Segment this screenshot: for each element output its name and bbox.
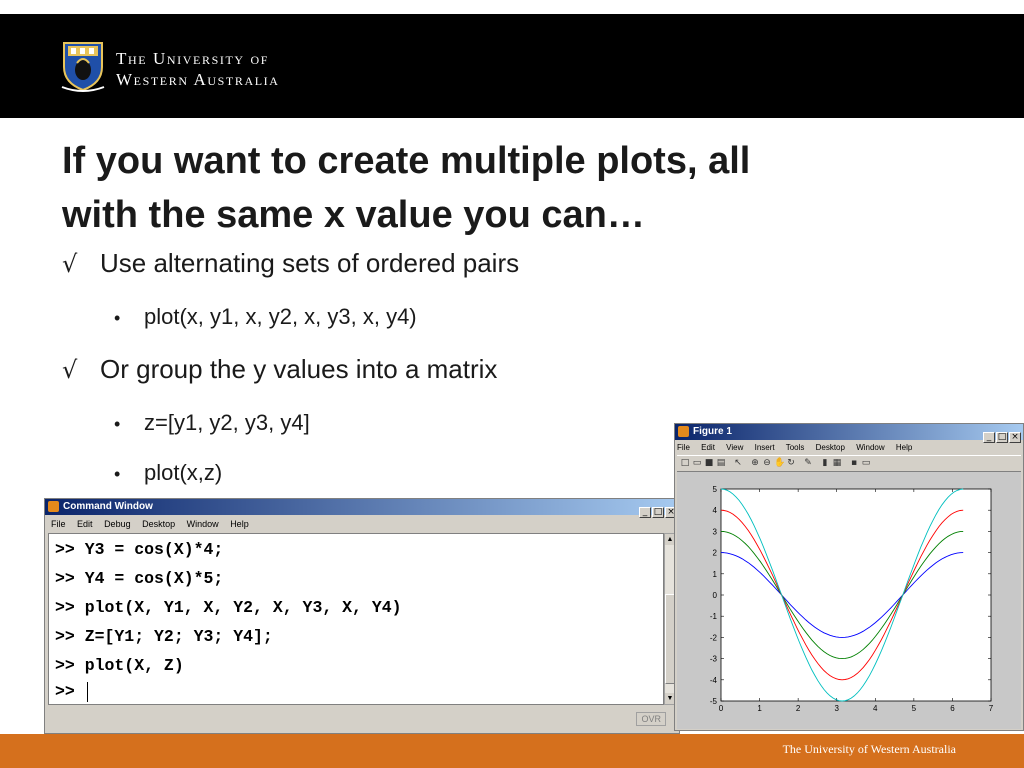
university-crest-icon bbox=[61, 42, 105, 92]
bullet-dot-icon: • bbox=[114, 308, 121, 328]
footer-text: The University of Western Australia bbox=[782, 742, 956, 756]
print-icon[interactable]: ▤ bbox=[716, 458, 726, 468]
line-plot: 0 1 2 3 4 5 6 7 5 4 3 2 1 0 -1 -2 -3 -4 -5 bbox=[710, 485, 994, 713]
x-tick-label: 2 bbox=[796, 704, 801, 713]
show-plot-tools-icon[interactable]: ▭ bbox=[861, 458, 871, 468]
matlab-icon bbox=[678, 426, 689, 437]
menu-window[interactable]: Window bbox=[187, 519, 219, 529]
x-tick-label: 6 bbox=[950, 704, 955, 713]
figure-window-titlebar[interactable]: Figure 1 _ □ × bbox=[675, 424, 1023, 443]
bullet-text: plot(x, y1, x, y2, x, y3, x, y4) bbox=[144, 304, 417, 329]
menu-help[interactable]: Help bbox=[896, 443, 912, 452]
figure-window-menubar: File Edit View Insert Tools Desktop Wind… bbox=[677, 441, 1021, 455]
footer-bar: The University of Western Australia bbox=[0, 734, 1024, 768]
figure-canvas: 0 1 2 3 4 5 6 7 5 4 3 2 1 0 -1 -2 -3 -4 -5 bbox=[677, 471, 1021, 729]
x-tick-label: 7 bbox=[989, 704, 994, 713]
command-line: >> Z=[Y1; Y2; Y3; Y4]; bbox=[55, 627, 273, 646]
bullet-text: plot(x,z) bbox=[144, 460, 223, 485]
legend-icon[interactable]: ▦ bbox=[832, 458, 842, 468]
command-window-menubar: File Edit Debug Desktop Window Help bbox=[51, 517, 677, 531]
top-strip bbox=[0, 0, 1024, 14]
x-tick-label: 5 bbox=[912, 704, 917, 713]
bullet-text: Use alternating sets of ordered pairs bbox=[100, 248, 520, 278]
y-tick-label: -2 bbox=[710, 633, 718, 642]
command-input-area[interactable]: >> Y3 = cos(X)*4; >> Y4 = cos(X)*5; >> p… bbox=[48, 533, 664, 705]
edit-plot-icon[interactable]: ↖ bbox=[733, 458, 743, 468]
y-tick-label: 0 bbox=[713, 591, 718, 600]
y-tick-label: 2 bbox=[713, 549, 718, 558]
x-tick-label: 1 bbox=[757, 704, 762, 713]
menu-edit[interactable]: Edit bbox=[77, 519, 93, 529]
command-line: >> Y3 = cos(X)*4; bbox=[55, 540, 224, 559]
bullet-dot-icon: • bbox=[114, 414, 121, 434]
matlab-icon bbox=[48, 501, 59, 512]
university-name: The University of Western Australia bbox=[116, 48, 280, 90]
pan-icon[interactable]: ✋ bbox=[774, 458, 785, 468]
plot-axes-box bbox=[720, 488, 992, 702]
sub-bullet-item: • plot(x, y1, x, y2, x, y3, x, y4) bbox=[114, 304, 417, 331]
menu-view[interactable]: View bbox=[726, 443, 743, 452]
x-tick-label: 0 bbox=[719, 704, 724, 713]
bullet-item: √ Or group the y values into a matrix bbox=[62, 354, 497, 385]
y-tick-label: -3 bbox=[710, 655, 718, 664]
menu-desktop[interactable]: Desktop bbox=[142, 519, 175, 529]
y-tick-label: 5 bbox=[713, 485, 718, 494]
menu-help[interactable]: Help bbox=[230, 519, 249, 529]
command-window-titlebar[interactable]: Command Window _ □ × bbox=[45, 499, 679, 518]
sub-bullet-item: • plot(x,z) bbox=[114, 460, 222, 487]
figure-window: Figure 1 _ □ × File Edit View Insert Tools… bbox=[674, 423, 1024, 731]
y-tick-label: -4 bbox=[710, 676, 718, 685]
bullet-item: √ Use alternating sets of ordered pairs bbox=[62, 248, 519, 279]
zoom-out-icon[interactable]: ⊖ bbox=[762, 458, 772, 468]
y-tick-label: -1 bbox=[710, 612, 718, 621]
status-bar: OVR bbox=[48, 709, 676, 731]
menu-tools[interactable]: Tools bbox=[786, 443, 805, 452]
y-tick-label: 3 bbox=[713, 527, 718, 536]
data-cursor-icon[interactable]: ✎ bbox=[803, 458, 813, 468]
zoom-in-icon[interactable]: ⊕ bbox=[750, 458, 760, 468]
command-line: >> Y4 = cos(X)*5; bbox=[55, 569, 224, 588]
x-tick-label: 4 bbox=[873, 704, 878, 713]
menu-file[interactable]: File bbox=[51, 519, 66, 529]
menu-edit[interactable]: Edit bbox=[701, 443, 715, 452]
slide-title-line1: If you want to create multiple plots, al… bbox=[62, 140, 751, 182]
command-prompt-line[interactable]: >> bbox=[55, 682, 88, 702]
open-file-icon[interactable]: ▭ bbox=[692, 458, 702, 468]
overwrite-status: OVR bbox=[636, 712, 666, 726]
command-line: >> plot(X, Y1, X, Y2, X, Y3, X, Y4) bbox=[55, 598, 402, 617]
rotate-3d-icon[interactable]: ↻ bbox=[786, 458, 796, 468]
slide-title-line2: with the same x value you can… bbox=[62, 194, 645, 236]
menu-desktop[interactable]: Desktop bbox=[816, 443, 845, 452]
menu-window[interactable]: Window bbox=[856, 443, 884, 452]
university-name-line2: Western Australia bbox=[116, 70, 280, 89]
command-line: >> plot(X, Z) bbox=[55, 656, 184, 675]
slide-title: If you want to create multiple plots, al… bbox=[62, 134, 962, 242]
bullet-text: Or group the y values into a matrix bbox=[100, 354, 498, 384]
sub-bullet-item: • z=[y1, y2, y3, y4] bbox=[114, 410, 310, 437]
y-tick-label: -5 bbox=[710, 697, 718, 706]
hide-plot-tools-icon[interactable]: ▪ bbox=[849, 458, 859, 468]
bullet-dot-icon: • bbox=[114, 464, 121, 484]
colorbar-icon[interactable]: ▮ bbox=[820, 458, 830, 468]
check-mark-icon: √ bbox=[62, 250, 78, 278]
save-icon[interactable]: ■ bbox=[704, 458, 714, 468]
x-tick-label: 3 bbox=[834, 704, 839, 713]
menu-debug[interactable]: Debug bbox=[104, 519, 131, 529]
figure-toolbar: □ ▭ ■ ▤ ↖ ⊕ ⊖ ✋ ↻ ✎ ▮ ▦ ▪ ▭ bbox=[677, 455, 1021, 470]
command-window: Command Window _ □ × File Edit Debug Deskt… bbox=[44, 498, 680, 734]
check-mark-icon: √ bbox=[62, 356, 78, 384]
figure-window-title: Figure 1 bbox=[693, 426, 732, 437]
header-bar: The University of Western Australia bbox=[0, 14, 1024, 118]
new-figure-icon[interactable]: □ bbox=[680, 458, 690, 468]
text-cursor bbox=[86, 682, 88, 702]
command-window-title: Command Window bbox=[63, 501, 153, 512]
bullet-text: z=[y1, y2, y3, y4] bbox=[144, 410, 310, 435]
y-tick-label: 4 bbox=[713, 506, 718, 515]
menu-insert[interactable]: Insert bbox=[755, 443, 775, 452]
command-prompt: >> bbox=[55, 682, 85, 701]
y-tick-label: 1 bbox=[713, 570, 718, 579]
menu-file[interactable]: File bbox=[677, 443, 690, 452]
university-name-line1: The University of bbox=[116, 49, 270, 68]
